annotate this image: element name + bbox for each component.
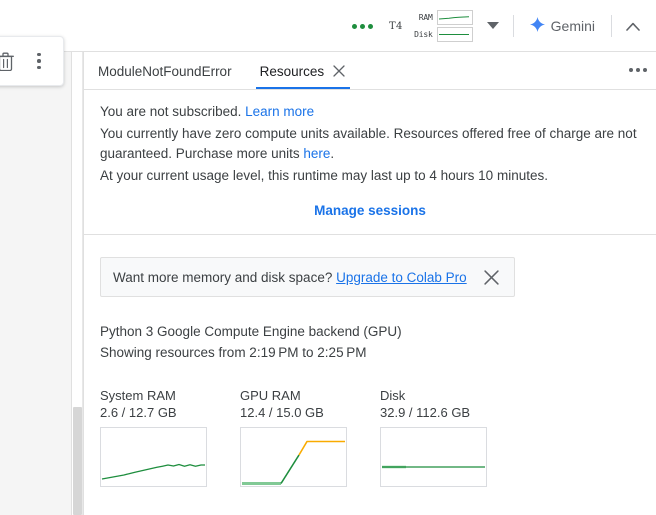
chart-value: 12.4 / 15.0 GB xyxy=(240,405,324,420)
more-vertical-icon[interactable] xyxy=(27,49,51,73)
chart-title: Disk xyxy=(380,388,406,403)
chart-plot-area xyxy=(100,427,207,487)
green-status-dots-icon xyxy=(344,23,381,29)
topbar-right-group: T4 RAM Disk Gemini xyxy=(344,8,648,44)
subscription-info: You are not subscribed. Learn more You c… xyxy=(100,90,640,192)
divider xyxy=(611,15,612,37)
close-icon[interactable] xyxy=(480,266,502,288)
gemini-sparkle-icon xyxy=(529,17,545,35)
top-status-bar: T4 RAM Disk Gemini xyxy=(0,0,656,52)
upgrade-banner-text-wrap: Want more memory and disk space? Upgrade… xyxy=(113,270,472,285)
vertical-scrollbar[interactable] xyxy=(73,52,83,515)
backend-info: Python 3 Google Compute Engine backend (… xyxy=(100,321,640,363)
tab-resources[interactable]: Resources xyxy=(246,53,361,89)
runtime-duration-line: At your current usage level, this runtim… xyxy=(100,168,548,183)
tab-label: ModuleNotFoundError xyxy=(98,63,232,79)
chart-value: 2.6 / 12.7 GB xyxy=(100,405,177,420)
disk-meter-label: Disk xyxy=(414,30,433,39)
ram-sparkline-icon xyxy=(436,10,473,25)
manage-sessions-row: Manage sessions xyxy=(100,192,640,234)
resources-timerange-line: Showing resources from 2:19 PM to 2:25 P… xyxy=(100,345,367,360)
caret-down-icon[interactable] xyxy=(479,12,507,40)
panel-content: You are not subscribed. Learn more You c… xyxy=(84,90,656,234)
learn-more-link[interactable]: Learn more xyxy=(245,104,314,119)
chart-gpu-ram: GPU RAM 12.4 / 15.0 GB xyxy=(240,387,347,487)
resource-meters[interactable]: RAM Disk xyxy=(411,10,479,42)
more-horizontal-icon[interactable] xyxy=(626,59,650,81)
close-icon[interactable] xyxy=(332,64,346,78)
panel-content-lower: Want more memory and disk space? Upgrade… xyxy=(84,257,656,487)
chart-plot-area xyxy=(380,427,487,487)
upgrade-banner-text: Want more memory and disk space? xyxy=(113,269,333,285)
gemini-button[interactable]: Gemini xyxy=(520,13,605,39)
left-gutter xyxy=(0,52,72,515)
panel-tabbar: ModuleNotFoundError Resources xyxy=(84,52,656,90)
compute-units-text: You currently have zero compute units av… xyxy=(100,126,637,161)
chart-value: 32.9 / 112.6 GB xyxy=(380,405,471,420)
resources-panel: ModuleNotFoundError Resources You are no… xyxy=(83,52,656,515)
backend-type-line: Python 3 Google Compute Engine backend (… xyxy=(100,324,402,339)
cell-toolbar-card xyxy=(0,36,64,86)
disk-sparkline-icon xyxy=(436,27,473,42)
subscription-status-line: You are not subscribed. Learn more xyxy=(100,102,640,122)
chart-disk: Disk 32.9 / 112.6 GB xyxy=(380,387,487,487)
chart-title: GPU RAM xyxy=(240,388,301,403)
scrollbar-thumb[interactable] xyxy=(73,407,82,515)
compute-units-line: You currently have zero compute units av… xyxy=(100,124,640,164)
tab-label: Resources xyxy=(259,63,325,79)
disk-meter[interactable]: Disk xyxy=(411,27,473,42)
ram-meter-label: RAM xyxy=(418,13,433,22)
upgrade-to-colab-pro-link[interactable]: Upgrade to Colab Pro xyxy=(336,270,467,285)
divider xyxy=(512,15,514,37)
section-divider xyxy=(84,234,656,235)
chart-title: System RAM xyxy=(100,388,176,403)
purchase-here-link[interactable]: here xyxy=(303,146,330,161)
chevron-up-icon[interactable] xyxy=(618,11,648,41)
manage-sessions-link[interactable]: Manage sessions xyxy=(314,203,426,218)
tab-modulenotfounderror[interactable]: ModuleNotFoundError xyxy=(84,53,246,89)
resource-charts: System RAM 2.6 / 12.7 GB GPU RAM 12.4 / … xyxy=(100,387,640,487)
trash-icon[interactable] xyxy=(0,49,17,73)
ram-meter[interactable]: RAM xyxy=(411,10,473,25)
upgrade-banner: Want more memory and disk space? Upgrade… xyxy=(100,257,515,297)
compute-units-text-end: . xyxy=(330,146,335,161)
subscription-status-text: You are not subscribed. xyxy=(100,104,242,119)
gemini-label: Gemini xyxy=(550,18,595,34)
accelerator-badge: T4 xyxy=(389,20,403,32)
chart-system-ram: System RAM 2.6 / 12.7 GB xyxy=(100,387,207,487)
chart-plot-area xyxy=(240,427,347,487)
